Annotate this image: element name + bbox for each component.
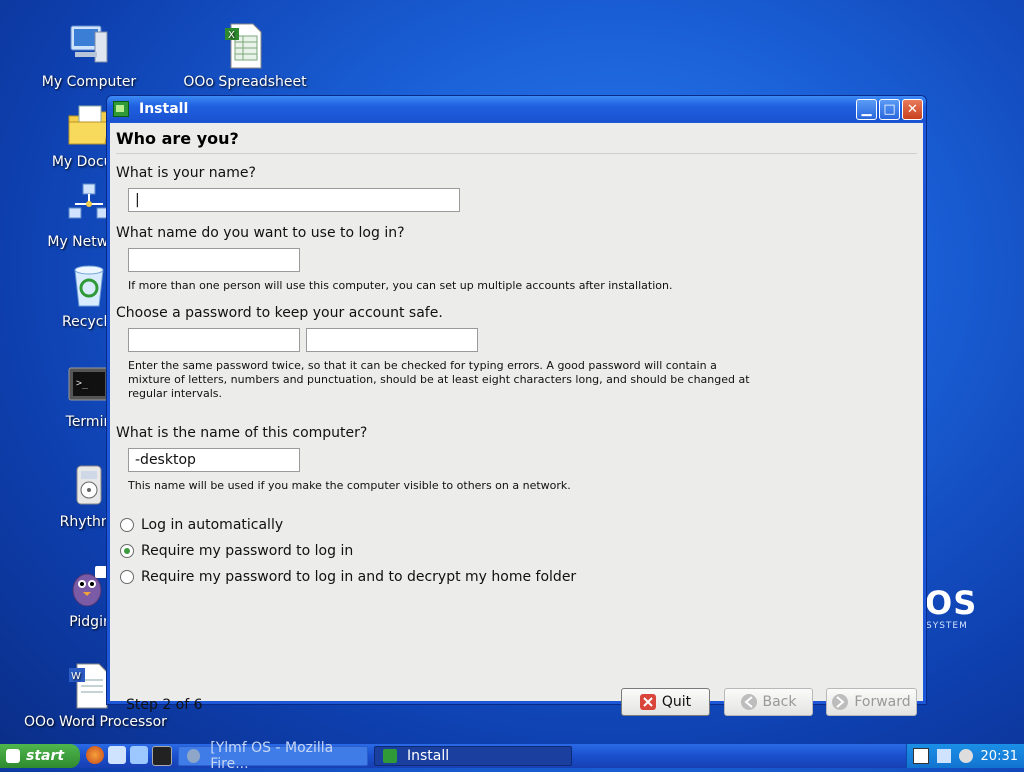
forward-label: Forward	[854, 694, 911, 710]
show-desktop-icon[interactable]	[130, 746, 148, 764]
svg-text:X: X	[228, 30, 235, 41]
radio-button-selected[interactable]	[120, 544, 134, 558]
password-hint-line-2: mixture of letters, numbers and punctuat…	[128, 373, 750, 386]
svg-text:>_: >_	[76, 378, 89, 389]
login-label: What name do you want to use to log in?	[116, 225, 405, 241]
page-title: Who are you?	[116, 129, 239, 148]
computer-name-hint: This name will be used if you make the c…	[128, 479, 571, 492]
start-label: start	[26, 748, 65, 764]
password-label: Choose a password to keep your account s…	[116, 305, 443, 321]
radio-label: Require my password to log in and to dec…	[141, 569, 577, 585]
forward-arrow-icon	[832, 694, 849, 710]
task-install[interactable]: Install	[374, 746, 572, 766]
radio-require-password[interactable]: Require my password to log in	[120, 543, 353, 559]
quit-icon	[639, 694, 656, 710]
full-name-input[interactable]: |	[128, 188, 460, 212]
system-tray: 20:31	[905, 744, 1024, 768]
radio-login-automatically[interactable]: Log in automatically	[120, 517, 283, 533]
folder-icon[interactable]	[108, 746, 126, 764]
install-window: Install ▁ □ ✕ Who are you? What is your …	[106, 95, 927, 716]
quick-launch	[86, 746, 172, 766]
desktop-icon-my-computer[interactable]: My Computer	[24, 22, 154, 90]
window-title: Install	[139, 101, 189, 117]
network-status-icon[interactable]	[936, 749, 951, 763]
window-titlebar[interactable]: Install ▁ □ ✕	[107, 96, 926, 122]
password-input[interactable]	[128, 328, 300, 352]
name-label: What is your name?	[116, 165, 256, 181]
computer-icon	[65, 22, 113, 70]
quit-button[interactable]: Quit	[621, 688, 710, 716]
back-label: Back	[762, 694, 797, 710]
task-firefox[interactable]: [Ylmf OS - Mozilla Fire...	[178, 740, 368, 772]
password-hint-line-3: regular intervals.	[128, 387, 222, 400]
close-button[interactable]: ✕	[902, 98, 923, 120]
back-button[interactable]: Back	[724, 688, 813, 716]
svg-text:W: W	[71, 671, 81, 682]
brand-subtitle: SYSTEM	[926, 621, 968, 631]
brand-logo: OS	[925, 584, 978, 622]
radio-label: Require my password to log in	[141, 543, 354, 559]
login-hint: If more than one person will use this co…	[128, 279, 673, 292]
workspace-switcher-icon[interactable]	[912, 748, 929, 764]
computer-name-label: What is the name of this computer?	[116, 425, 368, 441]
quit-label: Quit	[661, 694, 692, 710]
installer-icon	[113, 101, 129, 117]
back-arrow-icon	[740, 694, 757, 710]
start-button[interactable]: start	[0, 744, 80, 768]
firefox-task-icon	[187, 749, 201, 763]
firefox-icon[interactable]	[86, 746, 104, 764]
username-input[interactable]	[128, 248, 300, 272]
taskbar: start [Ylmf OS - Mozilla Fire... Install…	[0, 740, 1024, 772]
installer-task-icon	[383, 749, 397, 763]
task-label: [Ylmf OS - Mozilla Fire...	[210, 740, 334, 772]
desktop-icon-label: My Computer	[41, 74, 137, 90]
confirm-password-input[interactable]	[306, 328, 478, 352]
desktop-icon-label: OOo Spreadsheet	[183, 74, 307, 90]
divider	[116, 153, 917, 154]
volume-icon[interactable]	[958, 749, 973, 763]
radio-label: Log in automatically	[141, 517, 284, 533]
desktop-icon-label: OOo Word Processor	[24, 714, 167, 730]
spreadsheet-icon: X	[221, 22, 269, 70]
desktop-icon-ooo-spreadsheet[interactable]: X OOo Spreadsheet	[180, 22, 310, 90]
task-label: Install	[407, 748, 450, 764]
step-indicator: Step 2 of 6	[126, 697, 203, 713]
terminal-launcher-icon[interactable]	[152, 746, 172, 766]
radio-require-password-encrypt[interactable]: Require my password to log in and to dec…	[120, 569, 576, 585]
minimize-button[interactable]: ▁	[856, 98, 877, 120]
password-hint-line-1: Enter the same password twice, so that i…	[128, 359, 717, 372]
radio-button[interactable]	[120, 570, 134, 584]
window-content: Who are you? What is your name? | What n…	[110, 123, 923, 716]
start-logo-icon	[6, 749, 20, 763]
maximize-button[interactable]: □	[879, 98, 900, 120]
computer-name-input[interactable]: -desktop	[128, 448, 300, 472]
forward-button[interactable]: Forward	[826, 688, 917, 716]
radio-button[interactable]	[120, 518, 134, 532]
clock: 20:31	[980, 748, 1018, 764]
